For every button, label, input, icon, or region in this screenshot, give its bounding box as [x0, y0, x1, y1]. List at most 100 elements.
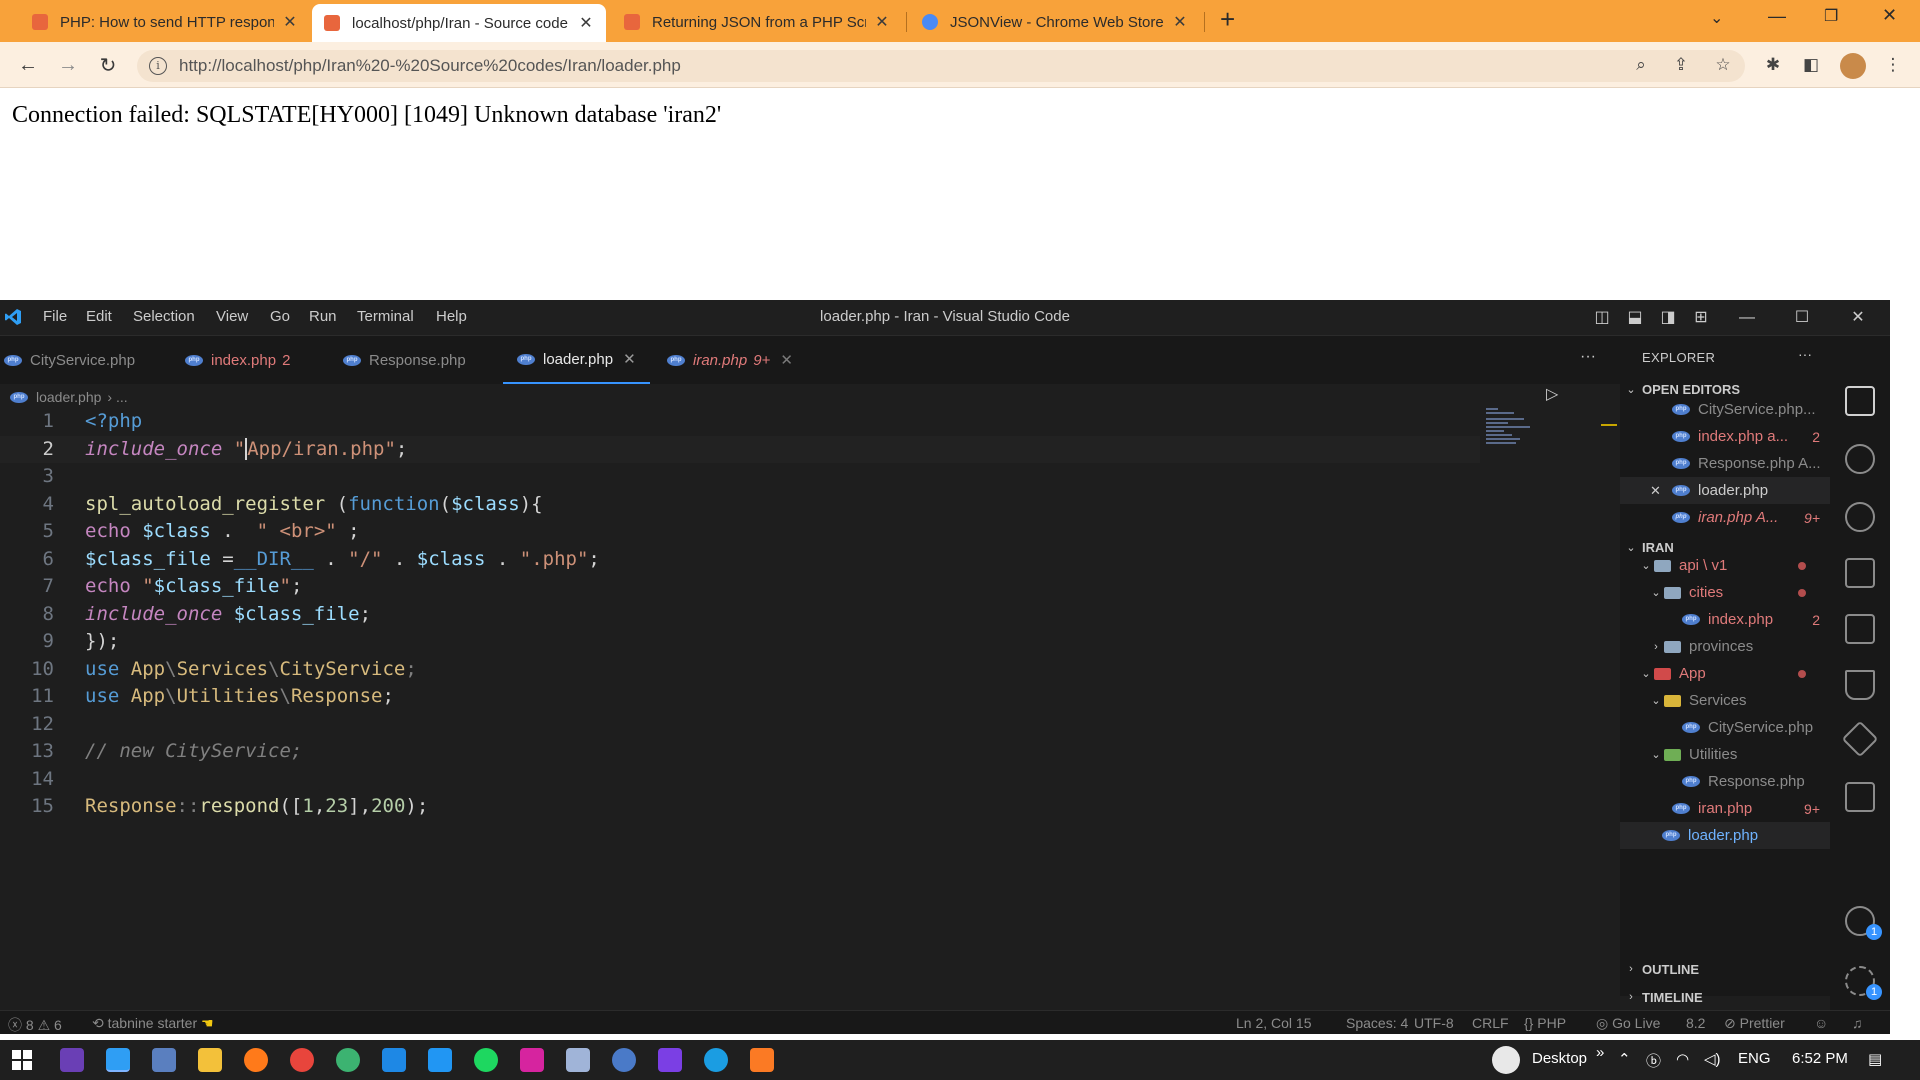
- browser-tab-jsonview[interactable]: JSONView - Chrome Web Store ✕: [910, 5, 1200, 39]
- browser-tab-returning-json[interactable]: Returning JSON from a PHP Scrip ✕: [612, 5, 902, 39]
- store-taskbar-icon[interactable]: [428, 1048, 452, 1072]
- restore-icon[interactable]: ❐: [1824, 6, 1838, 26]
- open-editor-item[interactable]: php iran.php A... 9+: [1620, 504, 1830, 531]
- prettier-status[interactable]: ⊘ Prettier: [1724, 1015, 1785, 1032]
- file-item[interactable]: php Response.php: [1620, 768, 1830, 795]
- clock-time[interactable]: 6:52 PM: [1792, 1050, 1848, 1067]
- cursor-position[interactable]: Ln 2, Col 15: [1236, 1015, 1312, 1031]
- phpstorm-taskbar-icon[interactable]: [60, 1048, 84, 1072]
- site-info-icon[interactable]: i: [149, 57, 167, 75]
- editor-tab-cityservice[interactable]: php CityService.php: [4, 336, 135, 384]
- remote-explorer-icon[interactable]: [1841, 720, 1879, 758]
- notepad-taskbar-icon[interactable]: [566, 1048, 590, 1072]
- panel-view-icon[interactable]: [1845, 782, 1875, 812]
- close-window-icon[interactable]: ✕: [1882, 5, 1897, 26]
- bookmark-star-icon[interactable]: ☆: [1712, 55, 1734, 77]
- testing-flask-icon[interactable]: [1845, 670, 1875, 700]
- spotify-taskbar-icon[interactable]: [474, 1048, 498, 1072]
- edge-taskbar-icon[interactable]: [704, 1048, 728, 1072]
- explorer-icon[interactable]: [1845, 386, 1875, 416]
- back-icon[interactable]: ←: [14, 51, 42, 79]
- open-editor-item[interactable]: php CityService.php...: [1620, 396, 1830, 423]
- editor-more-actions-icon[interactable]: ···: [1580, 348, 1596, 366]
- editor-tab-iran[interactable]: php iran.php 9+ ✕: [667, 336, 793, 384]
- mail-taskbar-icon[interactable]: [382, 1048, 406, 1072]
- reload-icon[interactable]: ↻: [94, 51, 122, 79]
- notifications-bell-icon[interactable]: ♫: [1852, 1015, 1863, 1031]
- source-control-icon[interactable]: [1845, 502, 1875, 532]
- open-editor-item[interactable]: php index.php a... 2: [1620, 423, 1830, 450]
- breadcrumb-separator[interactable]: › ...: [107, 389, 127, 405]
- video-editor-taskbar-icon[interactable]: [658, 1048, 682, 1072]
- recorder-tray-icon[interactable]: [1492, 1046, 1520, 1074]
- close-tab-icon[interactable]: ✕: [1172, 12, 1188, 32]
- close-tab-icon[interactable]: ✕: [578, 13, 594, 33]
- code-editor[interactable]: 1 <?php 2 include_once " App/iran.php"; 3 4…: [0, 408, 1500, 988]
- tab-search-chevron-icon[interactable]: ⌄: [1710, 8, 1723, 28]
- close-editor-icon[interactable]: ✕: [780, 351, 793, 369]
- language-status[interactable]: {} PHP: [1524, 1015, 1566, 1031]
- xampp-taskbar-icon[interactable]: [750, 1048, 774, 1072]
- windows-start-icon[interactable]: [12, 1050, 32, 1070]
- close-tab-icon[interactable]: ✕: [282, 12, 298, 32]
- task-view-taskbar-icon[interactable]: [152, 1048, 176, 1072]
- folder-item[interactable]: ⌄ Utilities: [1620, 741, 1830, 768]
- toolbar-overflow-chevron[interactable]: »: [1596, 1044, 1604, 1061]
- editor-tab-response[interactable]: php Response.php: [343, 336, 466, 384]
- run-debug-icon[interactable]: [1845, 558, 1875, 588]
- problems-status[interactable]: ⓧ 8 ⚠ 6: [8, 1015, 62, 1034]
- customize-layout-icon[interactable]: ⊞: [1686, 304, 1716, 332]
- open-editor-item[interactable]: php Response.php A...: [1620, 450, 1830, 477]
- eol-status[interactable]: CRLF: [1472, 1015, 1509, 1031]
- chrome-taskbar-icon[interactable]: [290, 1048, 314, 1072]
- vscode-minimize-icon[interactable]: —: [1732, 304, 1762, 332]
- toggle-primary-sidebar-icon[interactable]: ◫: [1587, 304, 1617, 332]
- extensions-puzzle-icon[interactable]: ✱: [1762, 55, 1784, 77]
- browser-tab-localhost[interactable]: localhost/php/Iran - Source code ✕: [312, 4, 606, 42]
- vscode-taskbar-icon[interactable]: [106, 1048, 130, 1072]
- chrome-menu-icon[interactable]: ⋮: [1882, 55, 1904, 77]
- open-editor-item-active[interactable]: ✕ php loader.php: [1620, 477, 1830, 504]
- profile-avatar[interactable]: [1840, 53, 1866, 79]
- side-panel-icon[interactable]: ◧: [1800, 55, 1822, 77]
- vscode-maximize-icon[interactable]: ☐: [1787, 304, 1817, 332]
- zoom-icon[interactable]: ⌕: [1630, 55, 1652, 77]
- file-item-selected[interactable]: php loader.php: [1620, 822, 1830, 849]
- notification-center-icon[interactable]: ▤: [1868, 1050, 1882, 1068]
- file-explorer-taskbar-icon[interactable]: [198, 1048, 222, 1072]
- volume-icon[interactable]: ◁): [1704, 1050, 1721, 1068]
- minimize-icon[interactable]: —: [1768, 6, 1786, 27]
- file-item[interactable]: php index.php 2: [1620, 606, 1830, 633]
- show-hidden-icons-chevron-icon[interactable]: ⌃: [1618, 1050, 1631, 1068]
- wifi-icon[interactable]: ◠: [1676, 1050, 1689, 1068]
- toggle-secondary-sidebar-icon[interactable]: ◨: [1653, 304, 1683, 332]
- timeline-section[interactable]: › TIMELINE: [1620, 986, 1830, 1008]
- folder-item[interactable]: ⌄ Services: [1620, 687, 1830, 714]
- encoding-status[interactable]: UTF-8: [1414, 1015, 1454, 1031]
- explorer-more-icon[interactable]: ···: [1798, 346, 1812, 362]
- editor-tab-index[interactable]: php index.php 2: [185, 336, 290, 384]
- close-tab-icon[interactable]: ✕: [874, 12, 890, 32]
- close-editor-icon[interactable]: ✕: [623, 350, 636, 368]
- extensions-icon[interactable]: [1845, 614, 1875, 644]
- indentation-status[interactable]: Spaces: 4: [1346, 1015, 1408, 1031]
- new-tab-button[interactable]: +: [1220, 4, 1235, 35]
- firefox-taskbar-icon[interactable]: [244, 1048, 268, 1072]
- run-file-icon[interactable]: ▷: [1546, 384, 1558, 404]
- folder-item[interactable]: ⌄ api \ v1: [1620, 552, 1830, 579]
- search-icon[interactable]: [1845, 444, 1875, 474]
- file-item[interactable]: php CityService.php: [1620, 714, 1830, 741]
- breadcrumb-file[interactable]: loader.php: [36, 389, 101, 405]
- browser-tab-php-http[interactable]: PHP: How to send HTTP respons ✕: [20, 5, 310, 39]
- input-language[interactable]: ENG: [1738, 1050, 1771, 1067]
- feedback-icon[interactable]: ☺: [1814, 1015, 1828, 1031]
- url-text[interactable]: http://localhost/php/Iran%20-%20Source%2…: [179, 56, 681, 76]
- instagram-taskbar-icon[interactable]: [520, 1048, 544, 1072]
- tabnine-status[interactable]: ⟲ tabnine starter ☚: [92, 1015, 214, 1032]
- minimap[interactable]: [1486, 408, 1536, 448]
- go-live-status[interactable]: ◎ Go Live: [1596, 1015, 1660, 1032]
- editor-tab-loader[interactable]: php loader.php ✕: [503, 336, 650, 384]
- folder-item[interactable]: › provinces: [1620, 633, 1830, 660]
- desktop-toolbar-label[interactable]: Desktop: [1532, 1050, 1587, 1067]
- close-editor-icon[interactable]: ✕: [1650, 483, 1672, 499]
